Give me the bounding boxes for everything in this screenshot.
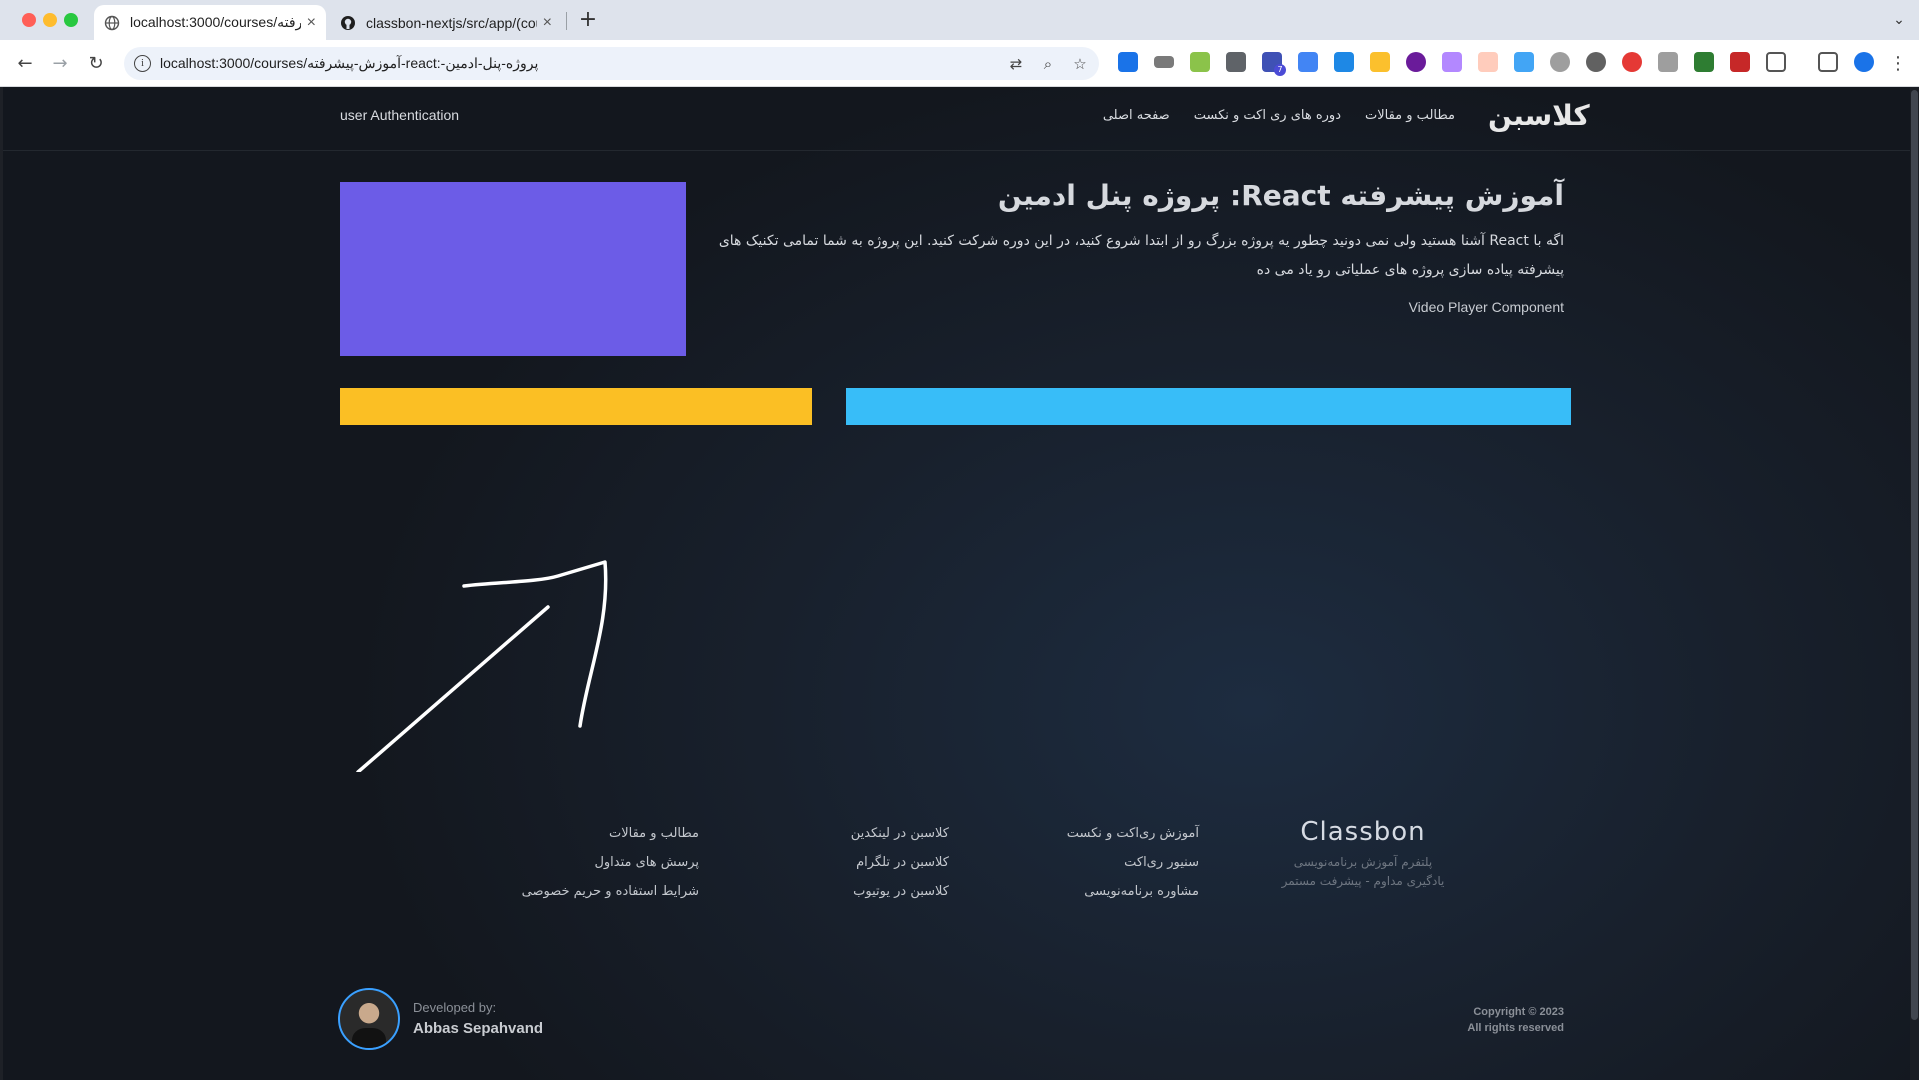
footer-link[interactable]: پرسش های متداول [522, 848, 699, 877]
close-tab-icon[interactable]: × [307, 14, 316, 32]
footer-tagline: پلتفرم آموزش برنامه‌نویسی یادگیری مداوم … [1273, 853, 1453, 891]
browser-toolbar: ← → ↻ i localhost:3000/courses/آموزش-پیش… [0, 40, 1919, 87]
footer-links-social: کلاسبن در لینکدین کلاسبن در تلگرام کلاسب… [851, 819, 949, 906]
new-tab-button[interactable]: + [574, 6, 602, 34]
video-player-component[interactable]: Video Player Component [1409, 299, 1564, 315]
shield-icon[interactable] [1694, 52, 1714, 72]
extension-icon[interactable] [1442, 52, 1462, 72]
developer-avatar [338, 988, 400, 1050]
user-authentication[interactable]: user Authentication [340, 107, 459, 123]
site-info-icon[interactable]: i [134, 55, 151, 72]
footer-link[interactable]: شرایط استفاده و حریم خصوصی [522, 877, 699, 906]
footer-link[interactable]: کلاسبن در لینکدین [851, 819, 949, 848]
extension-icon[interactable] [1514, 52, 1534, 72]
footer-tagline-line: یادگیری مداوم - پیشرفت مستمر [1281, 874, 1445, 888]
extension-icon[interactable] [1586, 52, 1606, 72]
scrollbar-thumb[interactable] [1911, 90, 1918, 1020]
zoom-icon[interactable]: ⌕ [1038, 54, 1058, 74]
extension-icon[interactable] [1154, 56, 1174, 68]
minimize-window-button[interactable] [43, 13, 57, 27]
puzzle-icon[interactable] [1766, 52, 1786, 72]
course-info-bar [846, 388, 1571, 425]
footer-tagline-line: پلتفرم آموزش برنامه‌نویسی [1293, 855, 1433, 869]
qr-code-icon[interactable] [1226, 52, 1246, 72]
main-nav: صفحه اصلی دوره های ری اکت و نکست مطالب و… [1103, 108, 1455, 123]
footer-logo[interactable]: Classbon [1273, 817, 1453, 847]
extension-icon[interactable] [1190, 52, 1210, 72]
footer-link[interactable]: مطالب و مقالات [522, 819, 699, 848]
footer-link[interactable]: کلاسبن در یوتیوب [851, 877, 949, 906]
extension-icon[interactable] [1658, 52, 1678, 72]
close-window-button[interactable] [22, 13, 36, 27]
github-icon [341, 15, 355, 30]
extension-icon[interactable] [1370, 52, 1390, 72]
extension-icon[interactable] [1118, 52, 1138, 72]
footer-link[interactable]: مشاوره برنامه‌نویسی [1067, 877, 1199, 906]
footer-links-info: مطالب و مقالات پرسش های متداول شرایط است… [522, 819, 699, 906]
browser-tab-github[interactable]: classbon-nextjs/src/app/(cou × [330, 5, 562, 40]
browser-tab-bar: localhost:3000/courses/آموزش-پیشرفته × c… [0, 0, 1919, 40]
reload-button[interactable]: ↻ [82, 50, 110, 78]
copyright: Copyright © 2023 All rights reserved [1467, 1004, 1564, 1036]
rights-text: All rights reserved [1467, 1022, 1564, 1034]
hand-drawn-arrow [356, 560, 608, 772]
maximize-window-button[interactable] [64, 13, 78, 27]
course-title: آموزش پیشرفته React: پروژه پنل ادمین [997, 179, 1564, 212]
bookmark-star-icon[interactable]: ☆ [1070, 54, 1090, 74]
nav-home[interactable]: صفحه اصلی [1103, 108, 1170, 123]
course-thumbnail [340, 182, 686, 356]
course-purchase-bar[interactable] [340, 388, 812, 425]
extension-icon[interactable] [1406, 52, 1426, 72]
browser-menu-icon[interactable]: ⋮ [1884, 50, 1912, 78]
developer-name: Abbas Sepahvand [413, 1020, 544, 1037]
address-bar[interactable]: i localhost:3000/courses/آموزش-پیشرفته-r… [124, 47, 1099, 80]
extension-icon[interactable]: 7 [1262, 52, 1286, 76]
site-logo[interactable]: کلاسبن [1488, 99, 1590, 132]
nav-courses[interactable]: دوره های ری اکت و نکست [1194, 108, 1341, 123]
footer-brand: Classbon پلتفرم آموزش برنامه‌نویسی یادگی… [1273, 817, 1453, 891]
page: کلاسبن صفحه اصلی دوره های ری اکت و نکست … [3, 87, 1910, 1080]
profile-avatar-icon[interactable] [1854, 52, 1874, 72]
extension-icon[interactable] [1730, 52, 1750, 72]
side-panel-icon[interactable] [1818, 52, 1838, 72]
translate-icon[interactable]: ⇄ [1006, 54, 1026, 74]
back-button[interactable]: ← [11, 50, 39, 78]
forward-button[interactable]: → [46, 50, 74, 78]
browser-tab-active[interactable]: localhost:3000/courses/آموزش-پیشرفته × [94, 5, 326, 40]
nav-articles[interactable]: مطالب و مقالات [1365, 108, 1455, 123]
adblock-icon[interactable] [1622, 52, 1642, 72]
footer-link[interactable]: آموزش ری‌اکت و نکست [1067, 819, 1199, 848]
copyright-text: Copyright © 2023 [1473, 1006, 1564, 1018]
course-description: اگه با React آشنا هستید ولی نمی دونید چط… [718, 233, 1564, 278]
extension-icon[interactable] [1550, 52, 1570, 72]
footer-link[interactable]: کلاسبن در تلگرام [851, 848, 949, 877]
extension-icon[interactable] [1478, 52, 1498, 72]
extension-icon[interactable] [1298, 52, 1318, 72]
tab-separator [566, 12, 567, 30]
footer-link[interactable]: سنیور ری‌اکت [1067, 848, 1199, 877]
developed-by-label: Developed by: [413, 1000, 497, 1015]
url-text[interactable]: localhost:3000/courses/آموزش-پیشرفته-rea… [160, 55, 538, 72]
tab-title: localhost:3000/courses/آموزش-پیشرفته [130, 14, 301, 30]
tab-title: classbon-nextjs/src/app/(cou [366, 14, 537, 31]
close-tab-icon[interactable]: × [543, 14, 552, 32]
site-header: کلاسبن صفحه اصلی دوره های ری اکت و نکست … [3, 87, 1910, 151]
download-icon[interactable] [1334, 52, 1354, 72]
globe-icon [104, 15, 120, 30]
footer-links-courses: آموزش ری‌اکت و نکست سنیور ری‌اکت مشاوره … [1067, 819, 1199, 906]
tab-search-button[interactable]: ⌄ [1887, 8, 1911, 32]
